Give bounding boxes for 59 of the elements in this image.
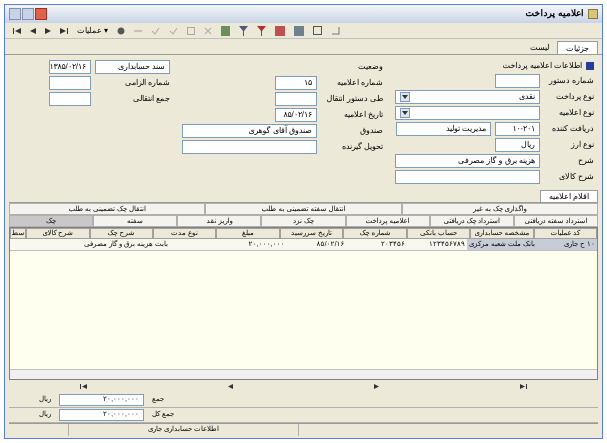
section-title: اطلاعات اعلامیه پرداخت xyxy=(502,60,582,72)
field-label: جمع انتقالی xyxy=(132,93,170,105)
field-label: شماره دستور xyxy=(548,75,594,87)
field-label: نوع اعلامیه xyxy=(558,107,594,119)
field-label: شماره الزامی xyxy=(124,77,170,89)
close-button[interactable] xyxy=(35,8,47,20)
text-field[interactable] xyxy=(182,140,317,154)
field-label: نوع ارز xyxy=(570,139,594,151)
dropdown[interactable] xyxy=(395,106,540,120)
operations-menu[interactable]: عملیات ▾ xyxy=(77,24,108,36)
text-field[interactable] xyxy=(49,76,91,90)
text-field[interactable]: ۱۰-۲۰۱ xyxy=(495,122,540,136)
first-record-icon[interactable] xyxy=(13,28,21,34)
field-label: شماره اعلامیه xyxy=(336,77,383,89)
field-label: تاریخ اعلامیه xyxy=(342,109,383,121)
text-field[interactable]: ۸۵/۰۲/۱۶ xyxy=(275,108,317,122)
add-icon[interactable] xyxy=(117,26,126,34)
export-icon[interactable] xyxy=(331,26,340,35)
field-label: صندوق xyxy=(359,125,383,137)
text-field[interactable]: صندوق آقای گوهری xyxy=(182,124,317,138)
previous-record-icon[interactable] xyxy=(30,28,36,34)
dropdown-arrow-icon xyxy=(400,92,410,102)
section-toggle-icon[interactable] xyxy=(586,62,594,70)
items-tab[interactable]: اقلام اعلامیه xyxy=(540,190,598,202)
field-label: طی دستور انتقال xyxy=(326,93,383,105)
field-label: شرح xyxy=(577,155,594,167)
field-label: تحویل گیرنده xyxy=(340,141,383,153)
text-field[interactable]: مدیریت تولید xyxy=(396,122,491,136)
text-field[interactable]: هزینه برق و گاز مصرفی xyxy=(395,154,540,168)
minimize-button[interactable] xyxy=(9,8,21,20)
text-field[interactable]: ۱۵ xyxy=(275,76,317,90)
text-field[interactable] xyxy=(495,74,540,88)
window-title: اعلامیه پرداخت xyxy=(525,7,584,20)
text-field[interactable] xyxy=(49,92,91,106)
text-field[interactable]: ۱۳۸۵/۰۲/۱۶ xyxy=(49,60,91,74)
delete-icon[interactable] xyxy=(204,26,212,34)
view-tab[interactable]: جزئیات xyxy=(557,41,598,54)
text-field[interactable] xyxy=(275,92,317,106)
dropdown[interactable]: نقدی xyxy=(395,90,540,104)
view-tab[interactable]: لیست xyxy=(522,41,557,54)
edit-icon[interactable] xyxy=(187,26,196,34)
text-field[interactable]: ریال xyxy=(495,138,540,152)
text-field[interactable] xyxy=(395,170,540,184)
field-label: وضعیت xyxy=(357,61,383,73)
last-record-icon[interactable] xyxy=(60,28,68,34)
app-icon xyxy=(588,9,598,19)
last-record-icon[interactable] xyxy=(520,384,528,389)
maximize-button[interactable] xyxy=(22,8,34,20)
horizontal-scrollbar[interactable] xyxy=(10,369,597,379)
next-record-icon[interactable] xyxy=(374,384,380,389)
previous-record-icon[interactable] xyxy=(228,384,233,389)
window-icon[interactable] xyxy=(313,26,322,35)
field-label: شرح کالای xyxy=(558,171,594,183)
first-record-icon[interactable] xyxy=(80,384,87,389)
text-field[interactable]: سند حسابداری xyxy=(95,60,170,74)
field-label: دریافت کننده xyxy=(550,123,594,135)
field-label: نوع پرداخت xyxy=(554,91,594,103)
next-record-icon[interactable] xyxy=(45,28,51,34)
dropdown-arrow-icon xyxy=(400,108,410,118)
